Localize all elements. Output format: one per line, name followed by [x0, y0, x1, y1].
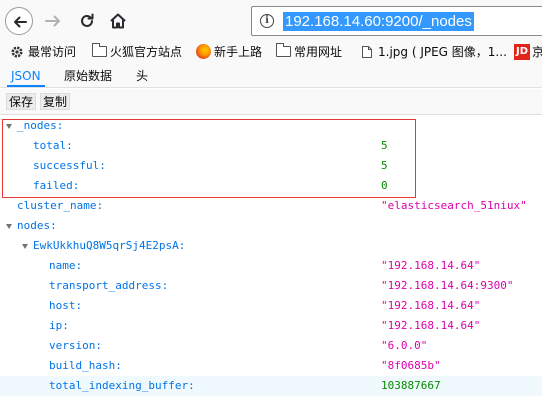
tab-headers[interactable]: 头 — [132, 68, 152, 87]
tree-row-total[interactable]: total: 5 — [0, 136, 542, 156]
tree-value: 5 — [381, 159, 388, 172]
tree-row-nodes[interactable]: nodes: — [0, 216, 542, 236]
tree-key: build_hash: — [49, 359, 122, 372]
expand-twisty-icon[interactable] — [6, 224, 12, 229]
tree-value: 5 — [381, 139, 388, 152]
bookmark-label: 京 — [532, 45, 542, 59]
viewer-toolbar: 保存 复制 — [0, 89, 542, 115]
tree-value: "192.168.14.64:9300" — [381, 279, 514, 292]
copy-button[interactable]: 复制 — [40, 93, 71, 110]
bookmark-label: 火狐官方站点 — [110, 45, 183, 59]
tree-value: "elasticsearch_51niux" — [381, 199, 527, 212]
tree-key: cluster_name: — [17, 199, 104, 212]
tab-json[interactable]: JSON — [7, 68, 45, 87]
image-file-icon — [362, 46, 372, 58]
tree-row-transport-address[interactable]: transport_address: "192.168.14.64:9300" — [0, 276, 542, 296]
gear-icon — [11, 46, 23, 58]
tree-value: 103887667 — [381, 379, 441, 392]
bookmark-label: 最常访问 — [28, 45, 77, 59]
tree-key: EwkUkkhuQ8W5qrSj4E2psA: — [33, 239, 186, 252]
bookmarks-toolbar: 最常访问 火狐官方站点 新手上路 常用网址 1.jpg ( JPEG 图像，1.… — [0, 40, 542, 64]
tree-key: ip: — [49, 319, 69, 332]
forward-arrow-icon — [45, 15, 60, 27]
tree-row-host[interactable]: host: "192.168.14.64" — [0, 296, 542, 316]
back-arrow-icon — [14, 16, 27, 28]
tree-row-ip[interactable]: ip: "192.168.14.64" — [0, 316, 542, 336]
expand-twisty-icon[interactable] — [6, 124, 12, 129]
home-icon — [110, 13, 126, 29]
tree-row-build-hash[interactable]: build_hash: "8f0685b" — [0, 356, 542, 376]
tree-key: _nodes: — [17, 119, 64, 132]
tree-row-node-id[interactable]: EwkUkkhuQ8W5qrSj4E2psA: — [0, 236, 542, 256]
tree-value: "192.168.14.64" — [381, 259, 481, 272]
tree-value: "192.168.14.64" — [381, 299, 481, 312]
tree-key: nodes: — [17, 219, 57, 232]
save-button[interactable]: 保存 — [6, 93, 37, 110]
tree-key: version: — [49, 339, 102, 352]
tree-row-cluster-name[interactable]: cluster_name: "elasticsearch_51niux" — [0, 196, 542, 216]
navigation-toolbar: i 192.168.14.60:9200/_nodes — [0, 0, 542, 40]
tree-row-name[interactable]: name: "192.168.14.64" — [0, 256, 542, 276]
tree-value: "8f0685b" — [381, 359, 441, 372]
site-info-icon[interactable]: i — [260, 14, 274, 28]
tree-key: successful: — [33, 159, 106, 172]
reload-icon — [81, 13, 94, 27]
back-button[interactable] — [5, 7, 33, 35]
home-button[interactable] — [108, 11, 128, 31]
tree-key: host: — [49, 299, 83, 312]
url-text[interactable]: 192.168.14.60:9200/_nodes — [283, 12, 474, 31]
bookmark-label: 常用网址 — [294, 45, 343, 59]
tree-key: total_indexing_buffer: — [49, 379, 195, 392]
forward-button[interactable] — [43, 11, 63, 31]
tree-key: total: — [33, 139, 73, 152]
reload-button[interactable] — [77, 11, 97, 31]
tree-key: failed: — [33, 179, 80, 192]
tab-raw-data[interactable]: 原始数据 — [60, 68, 116, 87]
folder-icon — [92, 43, 107, 57]
json-tree: _nodes: total: 5 successful: 5 failed: 0… — [0, 116, 542, 399]
tree-value: "6.0.0" — [381, 339, 428, 352]
url-bar[interactable]: i 192.168.14.60:9200/_nodes — [251, 6, 542, 36]
tree-row-nodes-meta[interactable]: _nodes: — [0, 116, 542, 136]
tree-key: transport_address: — [49, 279, 169, 292]
tree-row-failed[interactable]: failed: 0 — [0, 176, 542, 196]
tree-row-total-indexing-buffer[interactable]: total_indexing_buffer: 103887667 — [0, 376, 542, 396]
bookmark-label: 1.jpg ( JPEG 图像，1... — [378, 45, 507, 59]
tree-row-successful[interactable]: successful: 5 — [0, 156, 542, 176]
jd-icon: JD — [514, 44, 530, 60]
expand-twisty-icon[interactable] — [22, 244, 28, 249]
tree-value: "192.168.14.64" — [381, 319, 481, 332]
tree-value: 0 — [381, 179, 388, 192]
bookmark-label: 新手上路 — [214, 45, 263, 59]
viewer-tabs: JSON 原始数据 头 — [0, 64, 542, 88]
firefox-icon — [196, 44, 211, 59]
tree-row-version[interactable]: version: "6.0.0" — [0, 336, 542, 356]
tree-key: name: — [49, 259, 83, 272]
folder-icon — [276, 43, 291, 57]
